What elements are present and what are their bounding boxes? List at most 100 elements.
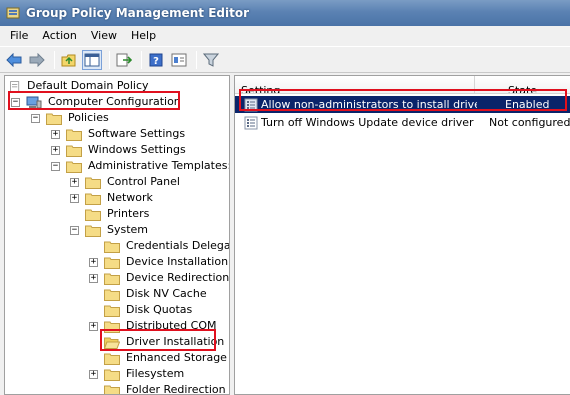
policy-setting-icon xyxy=(244,116,258,129)
expand-icon[interactable]: + xyxy=(51,129,60,139)
folder-icon xyxy=(104,257,120,269)
tree-item-computer-configuration[interactable]: − Computer Configuration xyxy=(11,94,183,110)
settings-list-pane: Setting State Allow non-administrators t… xyxy=(234,75,570,395)
tree-item-enhanced-storage[interactable]: Enhanced Storage xyxy=(89,350,229,366)
tree-item-credentials-delegation[interactable]: Credentials Delegati xyxy=(89,238,230,254)
group-policy-editor-icon xyxy=(6,7,20,19)
tree-item-control-panel[interactable]: + Control Panel xyxy=(70,174,182,190)
tree-label: Enhanced Storage xyxy=(126,351,227,364)
back-button[interactable] xyxy=(4,50,24,70)
collapse-icon[interactable]: − xyxy=(51,161,60,171)
toolbar: ? xyxy=(0,46,570,73)
menu-view[interactable]: View xyxy=(84,27,124,45)
properties-icon xyxy=(171,53,187,66)
list-row[interactable]: Allow non-administrators to install driv… xyxy=(235,96,570,113)
tree-item-device-redirection[interactable]: + Device Redirection xyxy=(89,270,230,286)
setting-name: Allow non-administrators to install driv… xyxy=(261,98,477,111)
tree-label: Windows Settings xyxy=(88,143,186,156)
filter-button[interactable] xyxy=(201,50,221,70)
folder-icon xyxy=(66,129,82,141)
tree-item-device-installation[interactable]: + Device Installation xyxy=(89,254,229,270)
tree-label: System xyxy=(107,223,149,236)
tree-item-filesystem[interactable]: + Filesystem xyxy=(89,366,186,382)
collapse-icon[interactable]: − xyxy=(31,113,40,123)
folder-icon xyxy=(85,209,101,221)
tree-label: Credentials Delegati xyxy=(126,239,230,252)
tree-label: Device Redirection xyxy=(126,271,230,284)
tree-label: Driver Installation xyxy=(126,335,225,348)
up-folder-icon xyxy=(61,54,76,66)
tree-item-disk-nv-cache[interactable]: Disk NV Cache xyxy=(89,286,209,302)
folder-icon xyxy=(66,161,82,173)
open-folder-icon xyxy=(104,337,120,349)
folder-icon xyxy=(104,273,120,285)
expand-icon[interactable]: + xyxy=(70,193,79,203)
toolbar-separator xyxy=(141,50,142,69)
window-title: Group Policy Management Editor xyxy=(26,6,250,20)
policy-setting-icon xyxy=(244,98,258,111)
tree-item-folder-redirection[interactable]: Folder Redirection xyxy=(89,382,228,395)
menu-bar: File Action View Help xyxy=(0,26,570,46)
export-list-button[interactable] xyxy=(114,50,134,70)
folder-icon xyxy=(66,145,82,157)
column-header-setting[interactable]: Setting xyxy=(235,76,475,94)
setting-name: Turn off Windows Update device driver s.… xyxy=(261,116,477,129)
tree-label: Policies xyxy=(68,111,109,124)
folder-icon xyxy=(85,225,101,237)
expand-icon[interactable]: + xyxy=(89,321,98,331)
tree-label: Disk Quotas xyxy=(126,303,193,316)
tree-item-software-settings[interactable]: + Software Settings xyxy=(51,126,187,142)
list-row[interactable]: Turn off Windows Update device driver s.… xyxy=(235,114,570,131)
help-button[interactable]: ? xyxy=(146,50,166,70)
expand-icon[interactable]: + xyxy=(89,257,98,267)
up-one-level-button[interactable] xyxy=(59,50,79,70)
folder-icon xyxy=(104,321,120,333)
expand-icon[interactable]: + xyxy=(51,145,60,155)
toolbar-separator xyxy=(196,50,197,69)
column-header-state[interactable]: State xyxy=(475,76,570,94)
tree-label: Distributed COM xyxy=(126,319,217,332)
expand-icon[interactable]: + xyxy=(89,273,98,283)
folder-icon xyxy=(104,305,120,317)
setting-state: Not configured xyxy=(489,116,570,129)
tree-label: Administrative Templates: P xyxy=(88,159,230,172)
export-list-icon xyxy=(116,53,132,66)
tree-pane: Default Domain Policy − Computer Configu… xyxy=(4,75,230,395)
policy-document-icon xyxy=(10,80,20,92)
toolbar-separator xyxy=(109,50,110,69)
folder-icon xyxy=(104,385,120,394)
tree-item-administrative-templates[interactable]: − Administrative Templates: P xyxy=(51,158,230,174)
folder-icon xyxy=(85,193,101,205)
expand-icon[interactable]: + xyxy=(70,177,79,187)
title-bar: Group Policy Management Editor xyxy=(0,0,570,26)
properties-button[interactable] xyxy=(169,50,189,70)
tree-item-system[interactable]: − System xyxy=(70,222,150,238)
tree-label: Default Domain Policy xyxy=(27,79,149,92)
tree-item-default-domain-policy[interactable]: Default Domain Policy xyxy=(9,78,151,94)
show-hide-tree-button[interactable] xyxy=(82,49,102,70)
collapse-icon[interactable]: − xyxy=(11,97,20,107)
collapse-icon[interactable]: − xyxy=(70,225,79,235)
tree-item-windows-settings[interactable]: + Windows Settings xyxy=(51,142,188,158)
folder-icon xyxy=(104,289,120,301)
tree-item-policies[interactable]: − Policies xyxy=(31,110,111,126)
tree-item-disk-quotas[interactable]: Disk Quotas xyxy=(89,302,194,318)
tree-label: Device Installation xyxy=(126,255,229,268)
menu-file[interactable]: File xyxy=(3,27,35,45)
tree-item-printers[interactable]: Printers xyxy=(70,206,151,222)
menu-action[interactable]: Action xyxy=(35,27,83,45)
help-icon: ? xyxy=(149,53,163,67)
tree-label: Folder Redirection xyxy=(126,383,226,395)
folder-icon xyxy=(46,113,62,125)
toolbar-separator xyxy=(54,50,55,69)
expand-icon[interactable]: + xyxy=(89,369,98,379)
tree-item-network[interactable]: + Network xyxy=(70,190,155,206)
computer-icon xyxy=(26,96,42,108)
menu-help[interactable]: Help xyxy=(124,27,163,45)
forward-button[interactable] xyxy=(27,50,47,70)
tree-label: Disk NV Cache xyxy=(126,287,207,300)
tree-item-distributed-com[interactable]: + Distributed COM xyxy=(89,318,219,334)
setting-state: Enabled xyxy=(505,98,550,111)
folder-icon xyxy=(104,353,120,365)
tree-item-driver-installation[interactable]: Driver Installation xyxy=(89,334,226,350)
